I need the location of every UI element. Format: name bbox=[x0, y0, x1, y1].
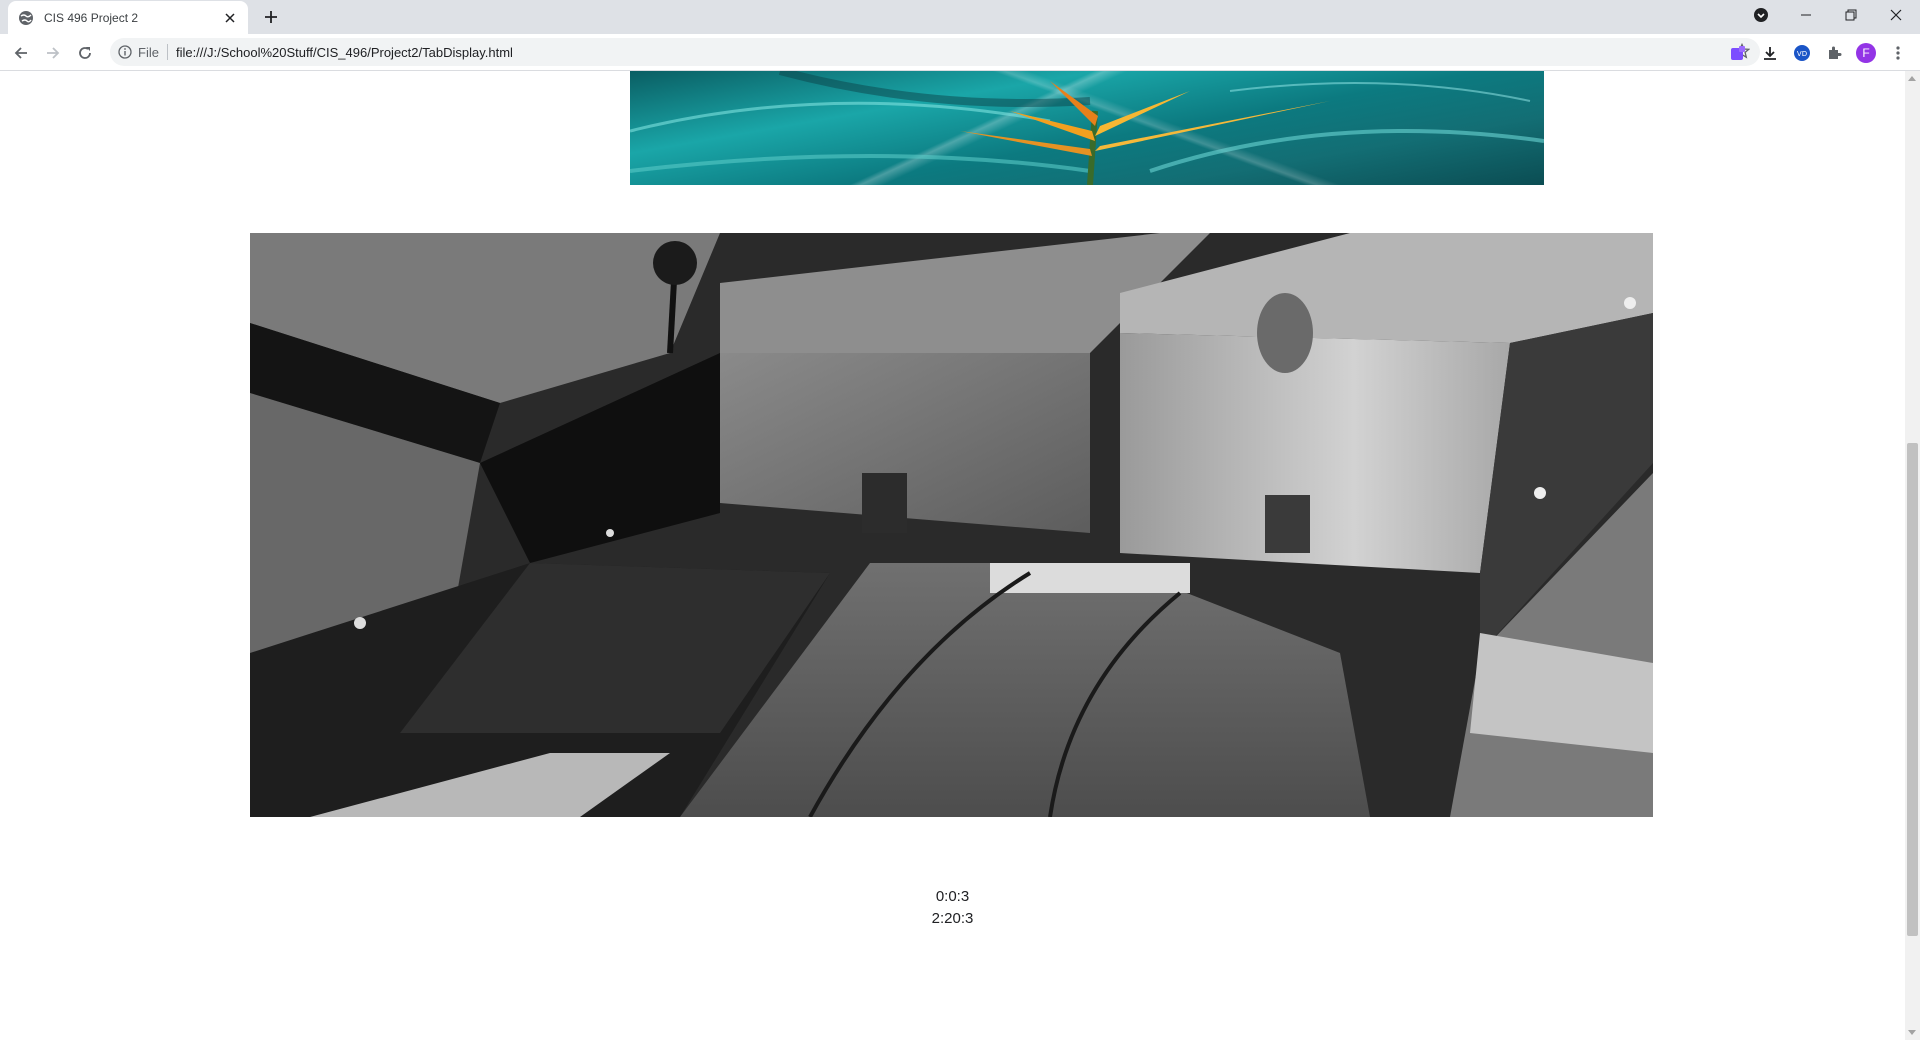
tab-strip: CIS 496 Project 2 bbox=[0, 0, 1920, 34]
scroll-up-arrow-icon[interactable] bbox=[1908, 76, 1916, 81]
svg-text:VD: VD bbox=[1797, 50, 1807, 58]
tab-search-button[interactable] bbox=[1738, 0, 1783, 30]
close-tab-icon[interactable] bbox=[222, 10, 238, 26]
address-chip: File bbox=[138, 44, 159, 60]
reload-icon[interactable] bbox=[72, 40, 98, 66]
back-arrow-icon[interactable] bbox=[8, 40, 34, 66]
address-separator bbox=[166, 44, 168, 60]
page-viewport: 0:0:3 2:20:3 bbox=[0, 71, 1905, 1040]
minimize-icon[interactable] bbox=[1783, 0, 1828, 30]
close-window-icon[interactable] bbox=[1873, 0, 1918, 30]
download-icon[interactable] bbox=[1757, 40, 1783, 66]
globe-icon bbox=[18, 10, 34, 26]
forward-arrow-icon[interactable] bbox=[40, 40, 66, 66]
browser-toolbar: File file:///J:/School%20Stuff/CIS_496/P… bbox=[0, 34, 1920, 71]
url-text[interactable]: file:///J:/School%20Stuff/CIS_496/Projec… bbox=[176, 45, 513, 60]
menu-kebab-icon[interactable] bbox=[1885, 40, 1911, 66]
elapsed-time: 0:0:3 bbox=[935, 888, 970, 905]
scroll-down-arrow-icon[interactable] bbox=[1908, 1030, 1916, 1035]
total-time: 2:20:3 bbox=[931, 910, 974, 927]
extensions-puzzle-icon[interactable] bbox=[1821, 40, 1847, 66]
profile-avatar[interactable]: F bbox=[1853, 40, 1879, 66]
extension-vpn-icon[interactable]: VD bbox=[1789, 40, 1815, 66]
page-scrollbar[interactable] bbox=[1905, 71, 1920, 1040]
new-tab-button[interactable] bbox=[260, 6, 282, 28]
banner-image bbox=[630, 71, 1544, 185]
extension-puzzle-purple-icon[interactable] bbox=[1725, 40, 1751, 66]
tab-title: CIS 496 Project 2 bbox=[44, 10, 139, 25]
restore-icon[interactable] bbox=[1828, 0, 1873, 30]
video-player[interactable] bbox=[250, 233, 1653, 817]
info-icon[interactable] bbox=[118, 45, 132, 59]
tab-active[interactable]: CIS 496 Project 2 bbox=[8, 1, 248, 34]
scrollbar-thumb[interactable] bbox=[1907, 443, 1918, 936]
address-bar[interactable]: File file:///J:/School%20Stuff/CIS_496/P… bbox=[110, 38, 1760, 66]
